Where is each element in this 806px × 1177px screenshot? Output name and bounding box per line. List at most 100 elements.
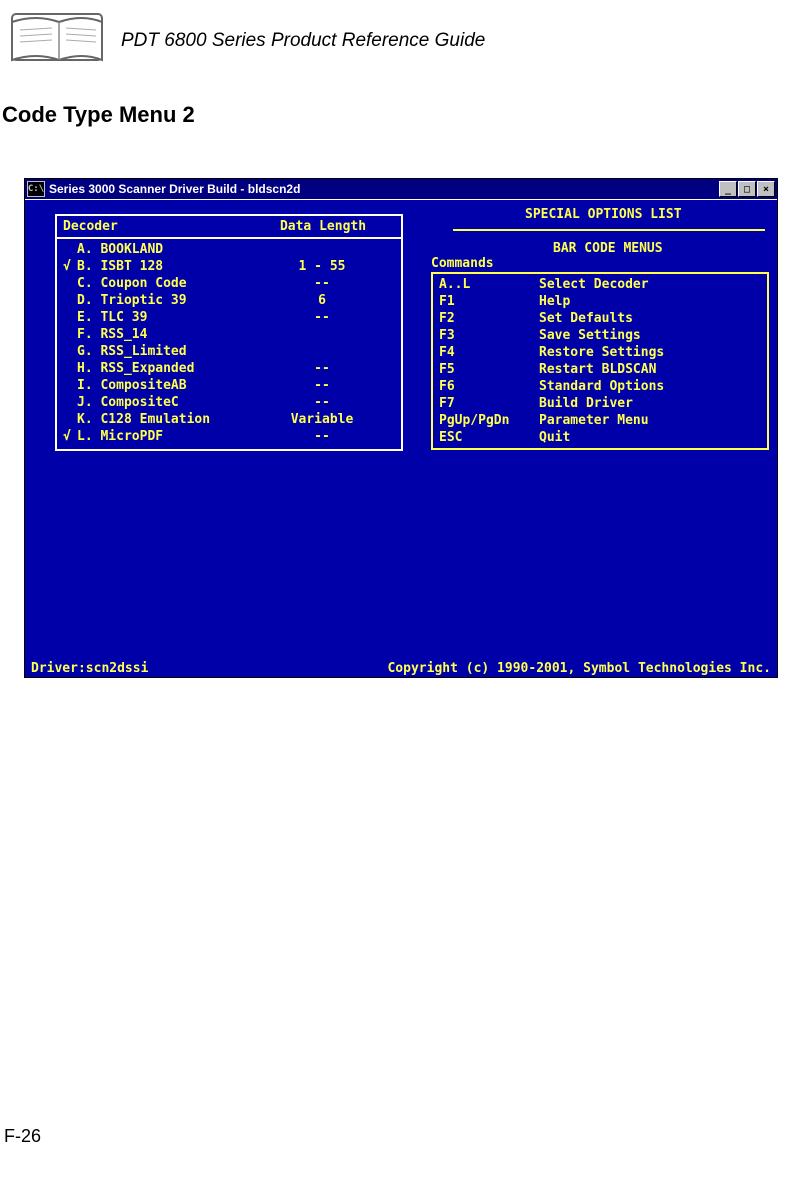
decoder-row[interactable]: E. TLC 39-- [57,309,401,326]
dos-screen: SPECIAL OPTIONS LIST BAR CODE MENUS Deco… [25,200,777,677]
bar-code-menus-label: BAR CODE MENUS [553,240,663,257]
decoder-column-header: Decoder [63,218,263,235]
driver-label: Driver:scn2dssi [31,660,148,677]
decoder-length: 1 - 55 [267,258,377,275]
checkmark [63,411,77,428]
command-row: A..LSelect Decoder [433,276,767,293]
command-desc: Standard Options [539,378,761,395]
decoder-length: -- [267,360,377,377]
command-desc: Set Defaults [539,310,761,327]
decoder-row[interactable]: K. C128 EmulationVariable [57,411,401,428]
command-key: F6 [439,378,539,395]
window-title: Series 3000 Scanner Driver Build - bldsc… [49,182,718,196]
command-key: F1 [439,293,539,310]
divider-line [453,229,765,231]
command-key: F3 [439,327,539,344]
decoder-row[interactable]: G. RSS_Limited [57,343,401,360]
command-key: A..L [439,276,539,293]
document-title: PDT 6800 Series Product Reference Guide [121,30,485,52]
command-key: F7 [439,395,539,412]
decoder-length: 6 [267,292,377,309]
copyright-label: Copyright (c) 1990-2001, Symbol Technolo… [387,660,771,677]
decoder-row[interactable]: C. Coupon Code-- [57,275,401,292]
command-desc: Restart BLDSCAN [539,361,761,378]
checkmark [63,394,77,411]
decoder-name: B. ISBT 128 [77,258,267,275]
command-key: F2 [439,310,539,327]
decoder-table: Decoder Data Length A. BOOKLAND√B. ISBT … [55,214,403,451]
command-row: F3Save Settings [433,327,767,344]
dos-window: C:\ Series 3000 Scanner Driver Build - b… [24,178,778,678]
command-row: F6Standard Options [433,378,767,395]
checkmark: √ [63,428,77,445]
decoder-row[interactable]: D. Trioptic 396 [57,292,401,309]
decoder-row[interactable]: I. CompositeAB-- [57,377,401,394]
decoder-length [267,326,377,343]
maximize-button[interactable]: □ [738,181,756,197]
minimize-button[interactable]: _ [719,181,737,197]
command-desc: Parameter Menu [539,412,761,429]
book-icon [6,12,111,70]
command-desc: Build Driver [539,395,761,412]
command-row: ESCQuit [433,429,767,446]
command-desc: Help [539,293,761,310]
command-key: F4 [439,344,539,361]
decoder-name: L. MicroPDF [77,428,267,445]
decoder-row[interactable]: H. RSS_Expanded-- [57,360,401,377]
decoder-table-header: Decoder Data Length [57,216,401,239]
commands-label: Commands [431,255,494,272]
decoder-name: D. Trioptic 39 [77,292,267,309]
decoder-row[interactable]: √B. ISBT 1281 - 55 [57,258,401,275]
checkmark [63,377,77,394]
close-button[interactable]: × [757,181,775,197]
decoder-length [267,241,377,258]
dos-footer-bar: Driver:scn2dssi Copyright (c) 1990-2001,… [25,659,777,677]
decoder-name: G. RSS_Limited [77,343,267,360]
decoder-name: H. RSS_Expanded [77,360,267,377]
system-menu-icon[interactable]: C:\ [27,181,45,197]
command-row: F5Restart BLDSCAN [433,361,767,378]
decoder-name: J. CompositeC [77,394,267,411]
checkmark [63,343,77,360]
command-row: F4Restore Settings [433,344,767,361]
command-key: ESC [439,429,539,446]
command-row: F1Help [433,293,767,310]
checkmark: √ [63,258,77,275]
decoder-length: -- [267,275,377,292]
command-row: F7Build Driver [433,395,767,412]
decoder-name: A. BOOKLAND [77,241,267,258]
checkmark [63,309,77,326]
special-options-title: SPECIAL OPTIONS LIST [525,206,682,223]
decoder-length: -- [267,309,377,326]
decoder-name: I. CompositeAB [77,377,267,394]
commands-table: A..LSelect DecoderF1HelpF2Set DefaultsF3… [431,272,769,450]
decoder-length: -- [267,428,377,445]
decoder-length [267,343,377,360]
checkmark [63,360,77,377]
command-desc: Save Settings [539,327,761,344]
command-desc: Restore Settings [539,344,761,361]
decoder-row[interactable]: F. RSS_14 [57,326,401,343]
checkmark [63,292,77,309]
command-key: PgUp/PgDn [439,412,539,429]
command-desc: Quit [539,429,761,446]
titlebar: C:\ Series 3000 Scanner Driver Build - b… [25,179,777,200]
decoder-row[interactable]: √L. MicroPDF-- [57,428,401,445]
checkmark [63,275,77,292]
window-buttons: _ □ × [718,181,775,197]
decoder-row[interactable]: A. BOOKLAND [57,241,401,258]
command-row: PgUp/PgDnParameter Menu [433,412,767,429]
command-desc: Select Decoder [539,276,761,293]
checkmark [63,241,77,258]
decoder-name: C. Coupon Code [77,275,267,292]
page-number: F-26 [4,1126,41,1147]
section-title: Code Type Menu 2 [2,102,806,128]
page-header: PDT 6800 Series Product Reference Guide [0,0,806,80]
command-row: F2Set Defaults [433,310,767,327]
decoder-name: F. RSS_14 [77,326,267,343]
decoder-row[interactable]: J. CompositeC-- [57,394,401,411]
decoder-table-body: A. BOOKLAND√B. ISBT 1281 - 55 C. Coupon … [57,239,401,449]
decoder-name: E. TLC 39 [77,309,267,326]
decoder-name: K. C128 Emulation [77,411,267,428]
checkmark [63,326,77,343]
